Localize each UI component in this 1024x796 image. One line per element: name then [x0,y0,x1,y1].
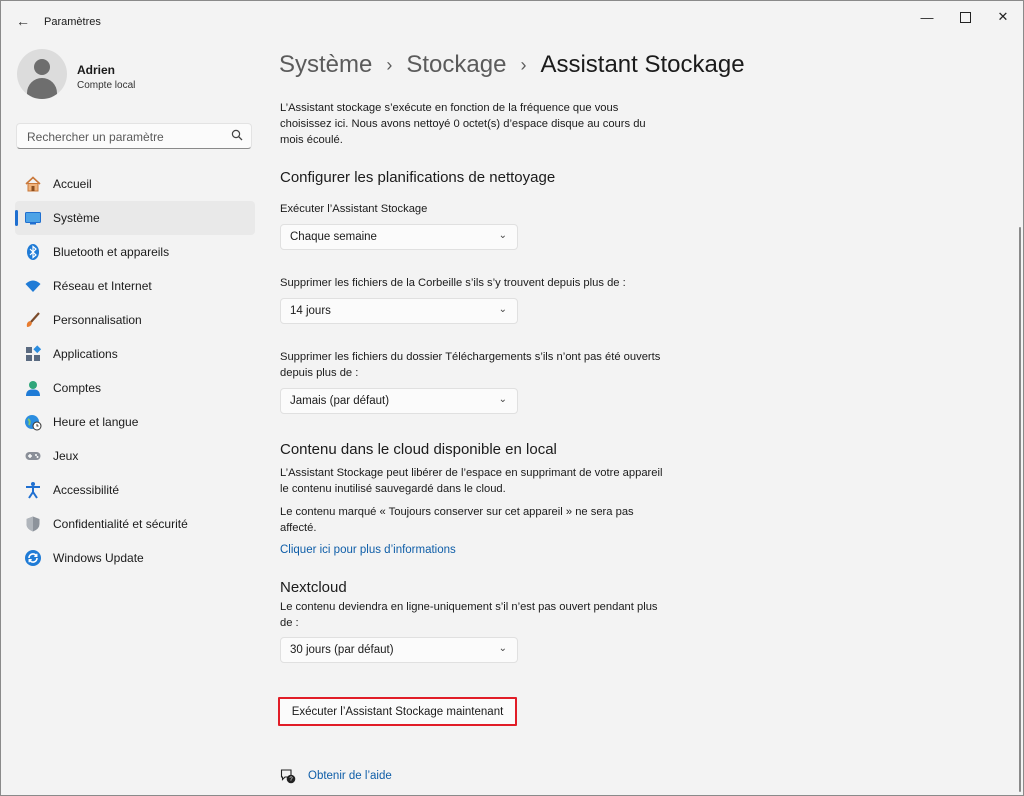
sidebar-item-label: Windows Update [53,551,144,565]
apps-icon [24,345,42,363]
intro-text: L’Assistant stockage s’exécute en foncti… [280,102,646,146]
breadcrumb-systeme[interactable]: Système [279,51,372,79]
search-box[interactable] [16,123,252,149]
chevron-down-icon: ⌄ [498,394,507,405]
chevron-right-icon: › [520,54,527,75]
sidebar-item-accueil[interactable]: Accueil [15,167,255,201]
close-icon: ✕ [997,9,1009,24]
sidebar-item-label: Applications [53,347,118,361]
sidebar-item-applications[interactable]: Applications [15,337,255,371]
sidebar-item-label: Confidentialité et sécurité [53,517,188,531]
account-type: Compte local [77,80,136,91]
sidebar-item-confidentialite[interactable]: Confidentialité et sécurité [15,507,255,541]
shield-icon [24,515,42,533]
avatar[interactable] [17,49,67,99]
sidebar-item-bluetooth[interactable]: Bluetooth et appareils [15,235,255,269]
home-icon [24,175,42,193]
recycle-bin-label: Supprimer les fichiers de la Corbeille s… [280,277,626,289]
nextcloud-heading: Nextcloud [280,579,347,596]
chevron-down-icon: ⌄ [498,304,507,315]
bluetooth-icon [24,243,42,261]
account-icon [24,379,42,397]
gamepad-icon [24,447,42,465]
breadcrumb: Système › Stockage › Assistant Stockage [279,51,745,79]
sidebar-item-label: Réseau et Internet [53,279,152,293]
dropdown-value: Chaque semaine [290,231,377,243]
sidebar-item-label: Personnalisation [53,313,142,327]
update-icon [24,549,42,567]
sidebar-item-personnalisation[interactable]: Personnalisation [15,303,255,337]
settings-window: ← Paramètres — ✕ Adrien Compte local Acc… [0,0,1024,796]
dropdown-value: 30 jours (par défaut) [290,644,394,656]
more-info-link[interactable]: Cliquer ici pour plus d’informations [280,544,456,556]
accessibility-icon [24,481,42,499]
search-input[interactable] [25,127,229,147]
wifi-icon [24,277,42,295]
maximize-button[interactable] [953,9,977,25]
minimize-icon: — [920,9,934,25]
search-icon [231,129,243,144]
sidebar-item-windows-update[interactable]: Windows Update [15,541,255,575]
cloud-description-2: Le contenu marqué « Toujours conserver s… [280,506,634,534]
maximize-icon [959,11,971,23]
dropdown-value: 14 jours [290,305,331,317]
sidebar-item-heure[interactable]: Heure et langue [15,405,255,439]
chevron-down-icon: ⌄ [498,230,507,241]
title-bar: ← Paramètres — ✕ [1,1,1023,41]
nextcloud-dropdown[interactable]: 30 jours (par défaut) ⌄ [280,637,518,663]
nextcloud-description: Le contenu deviendra en ligne-uniquement… [280,601,658,629]
cleanup-heading: Configurer les planifications de nettoya… [280,169,556,186]
cloud-description: L’Assistant Stockage peut libérer de l’e… [280,467,663,495]
brush-icon [24,311,42,329]
run-storage-sense-now-button[interactable]: Exécuter l’Assistant Stockage maintenant [278,697,517,726]
run-frequency-label: Exécuter l’Assistant Stockage [280,203,428,215]
cloud-heading: Contenu dans le cloud disponible en loca… [280,441,557,458]
sidebar-item-label: Heure et langue [53,415,139,429]
close-button[interactable]: ✕ [991,9,1015,25]
back-button[interactable]: ← [13,11,33,31]
app-title: Paramètres [44,16,101,28]
sidebar-item-label: Jeux [53,449,79,463]
get-help-link[interactable]: Obtenir de l’aide [308,770,392,782]
sidebar-item-label: Bluetooth et appareils [53,245,170,259]
sidebar-item-systeme[interactable]: Système [15,201,255,235]
sidebar-item-label: Système [53,211,100,225]
minimize-button[interactable]: — [915,9,939,25]
downloads-label: Supprimer les fichiers du dossier Téléch… [280,351,661,379]
sidebar-item-accessibilite[interactable]: Accessibilité [15,473,255,507]
chevron-down-icon: ⌄ [498,643,507,654]
sidebar-item-jeux[interactable]: Jeux [15,439,255,473]
run-frequency-dropdown[interactable]: Chaque semaine ⌄ [280,224,518,250]
sidebar-item-reseau[interactable]: Réseau et Internet [15,269,255,303]
breadcrumb-stockage[interactable]: Stockage [406,51,506,79]
sidebar-item-comptes[interactable]: Comptes [15,371,255,405]
globe-clock-icon [24,413,42,431]
downloads-dropdown[interactable]: Jamais (par défaut) ⌄ [280,388,518,414]
sidebar-item-label: Comptes [53,381,102,395]
scrollbar[interactable] [1019,227,1021,792]
page-title: Assistant Stockage [540,51,745,78]
recycle-bin-dropdown[interactable]: 14 jours ⌄ [280,298,518,324]
sidebar-nav: Accueil Système Bluetooth et appareils R… [15,167,255,575]
dropdown-value: Jamais (par défaut) [290,395,390,407]
sidebar-item-label: Accueil [53,177,92,191]
arrow-left-icon: ← [16,13,30,29]
user-name: Adrien [77,63,116,77]
help-chat-icon[interactable]: ? [280,768,296,784]
sidebar-item-label: Accessibilité [53,483,120,497]
system-icon [24,209,42,227]
chevron-right-icon: › [386,54,393,75]
